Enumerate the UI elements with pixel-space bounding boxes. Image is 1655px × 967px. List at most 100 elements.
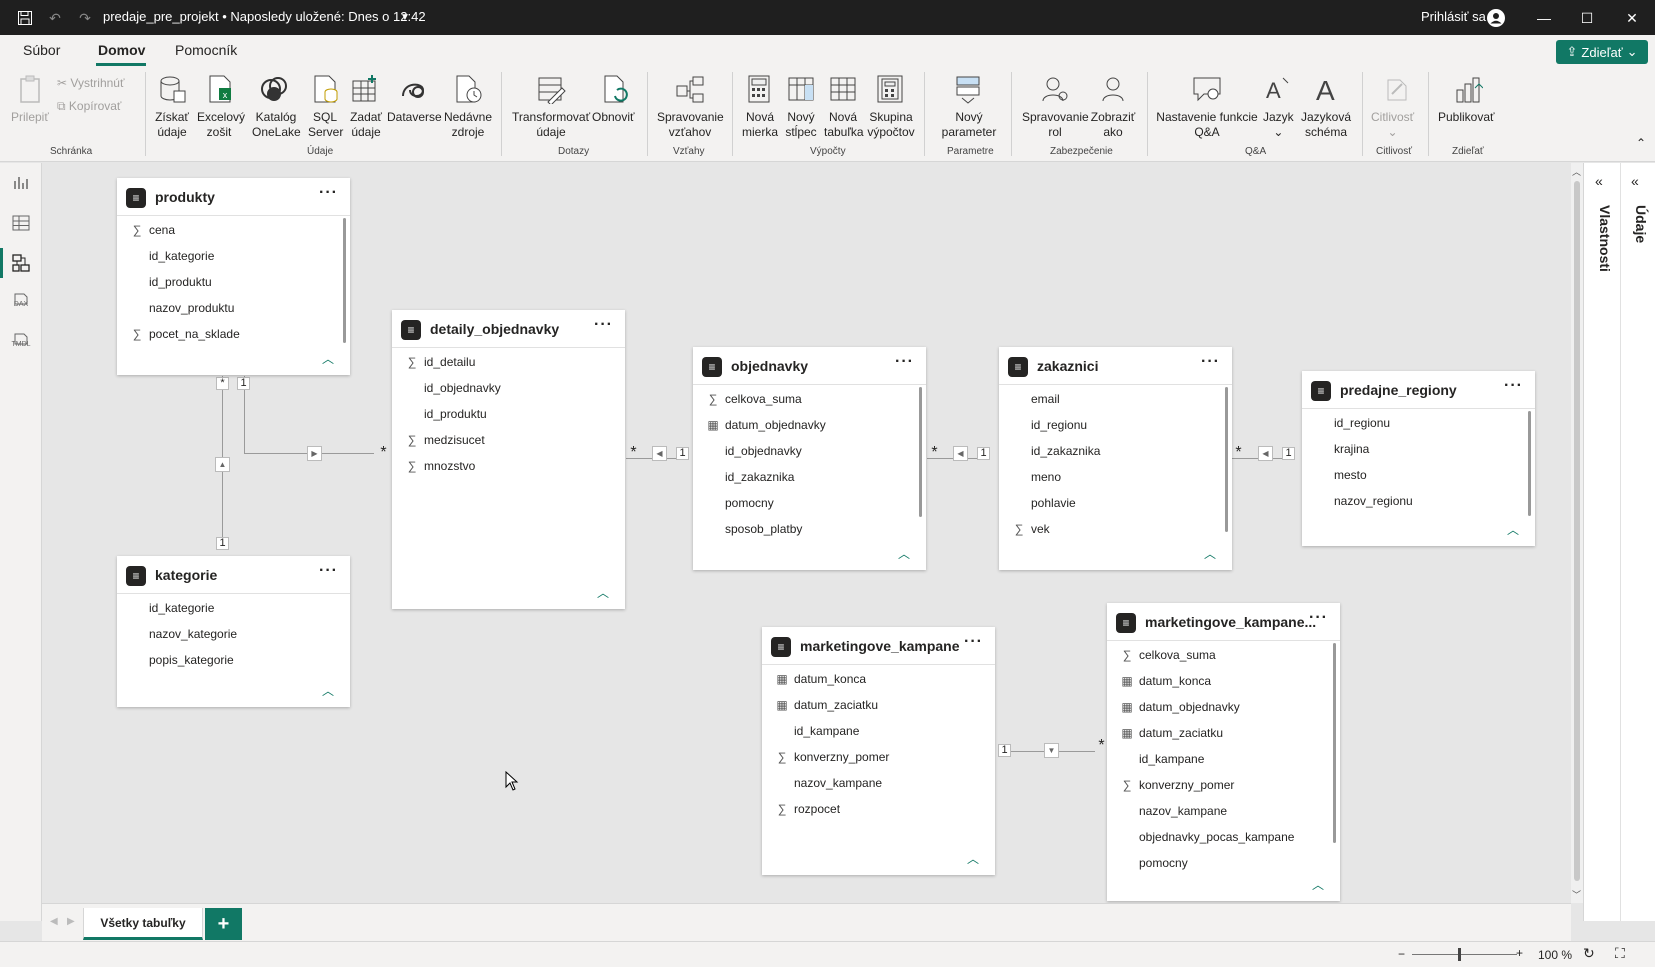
field-row[interactable]: mesto: [1302, 462, 1535, 488]
properties-pane-tab[interactable]: Vlastnosti: [1597, 205, 1613, 272]
field-row[interactable]: ∑ celkova_suma: [1107, 642, 1340, 668]
manage-relationships-button[interactable]: Spravovanie vzťahov: [657, 110, 724, 140]
field-row[interactable]: id_zakaznika: [999, 438, 1232, 464]
field-row[interactable]: id_kategorie: [117, 243, 350, 269]
menu-help[interactable]: Pomocník: [175, 42, 237, 58]
field-row[interactable]: popis_kategorie: [117, 647, 350, 673]
collapse-icon[interactable]: ︿: [322, 682, 334, 699]
tmdl-view-icon[interactable]: TMDL: [11, 333, 31, 353]
redo-icon[interactable]: ↷: [74, 7, 96, 29]
scroll-down-icon[interactable]: ﹀: [1572, 888, 1581, 901]
table-card-zakaznici[interactable]: ≡ zakaznici ··· ︿ email id_regionu id_zakazn…: [999, 347, 1232, 570]
calculation-group-button[interactable]: Skupina výpočtov: [866, 110, 916, 140]
paste-button[interactable]: Prilepiť: [11, 110, 49, 125]
field-row[interactable]: pomocny: [1107, 850, 1340, 876]
table-card-predajne-regiony[interactable]: ≡ predajne_regiony ··· ︿ id_regionu krajina…: [1302, 371, 1535, 546]
account-icon[interactable]: [1485, 7, 1507, 29]
table-card-marketingove-kampane-2[interactable]: ≡ marketingove_kampane... ··· ︿ ∑ celkova_s…: [1107, 603, 1340, 901]
field-row[interactable]: ∑ id_detailu: [392, 349, 625, 375]
table-card-header[interactable]: ≡ marketingove_kampane... ···: [1107, 603, 1340, 641]
filter-direction-left-icon[interactable]: ◀: [652, 446, 667, 461]
field-row[interactable]: ∑ medzisucet: [392, 427, 625, 453]
table-card-kategorie[interactable]: ≡ kategorie ··· ︿ id_kategorie nazov_katego…: [117, 556, 350, 707]
collapse-icon[interactable]: ︿: [898, 545, 910, 562]
field-row[interactable]: id_kampane: [1107, 746, 1340, 772]
table-card-header[interactable]: ≡ objednavky ···: [693, 347, 926, 385]
new-parameter-button[interactable]: Nový parameter: [936, 110, 1002, 140]
table-card-objednavky[interactable]: ≡ objednavky ··· ︿ ∑ celkova_suma ▦ datum_obj…: [693, 347, 926, 570]
copy-button[interactable]: ⧉ Kopírovať: [57, 99, 121, 114]
linguistic-schema-button[interactable]: Jazyková schéma: [1300, 110, 1352, 140]
field-row[interactable]: nazov_produktu: [117, 295, 350, 321]
add-layout-button[interactable]: +: [205, 908, 242, 940]
table-card-header[interactable]: ≡ zakaznici ···: [999, 347, 1232, 385]
field-row[interactable]: nazov_kampane: [762, 770, 995, 796]
onelake-button[interactable]: Katalóg OneLake: [252, 110, 301, 140]
collapse-icon[interactable]: ︿: [1204, 545, 1216, 562]
field-row[interactable]: ▦ datum_zaciatku: [762, 692, 995, 718]
collapse-icon[interactable]: ︿: [597, 584, 609, 601]
table-card-header[interactable]: ≡ marketingove_kampane ···: [762, 627, 995, 665]
more-options-icon[interactable]: ···: [1504, 377, 1523, 395]
new-table-button[interactable]: Nová tabuľka: [824, 110, 864, 140]
field-row[interactable]: ∑ konverzny_pomer: [1107, 772, 1340, 798]
get-data-button[interactable]: Získať údaje: [154, 110, 190, 140]
table-card-detaily-objednavky[interactable]: ≡ detaily_objednavky ··· ︿ ∑ id_detailu id_o…: [392, 310, 625, 609]
save-icon[interactable]: [14, 7, 36, 29]
table-card-produkty[interactable]: ≡ produkty ··· ︿ ∑ cena id_kategorie id_produ…: [117, 178, 350, 375]
language-button[interactable]: Jazyk ⌄: [1263, 110, 1294, 140]
field-row[interactable]: nazov_kategorie: [117, 621, 350, 647]
report-view-icon[interactable]: [11, 173, 31, 193]
field-row[interactable]: id_produktu: [392, 401, 625, 427]
field-row[interactable]: ▦ datum_konca: [1107, 668, 1340, 694]
undo-icon[interactable]: ↶: [44, 7, 66, 29]
field-row[interactable]: ▦ datum_zaciatku: [1107, 720, 1340, 746]
collapse-icon[interactable]: ︿: [967, 850, 979, 867]
cut-button[interactable]: ✂ Vystrihnúť: [57, 76, 124, 91]
collapse-icon[interactable]: ︿: [322, 350, 334, 367]
field-row[interactable]: ∑ vek: [999, 516, 1232, 542]
title-dropdown-icon[interactable]: ▼: [400, 12, 410, 23]
recent-sources-button[interactable]: Nedávne zdroje: [442, 110, 494, 140]
field-row[interactable]: ∑ rozpocet: [762, 796, 995, 822]
dax-query-view-icon[interactable]: DAX: [11, 293, 31, 313]
expand-data-icon[interactable]: «: [1631, 173, 1639, 189]
sensitivity-button[interactable]: Citlivosť ⌄: [1371, 110, 1414, 140]
field-row[interactable]: ∑ pocet_na_sklade: [117, 321, 350, 347]
more-options-icon[interactable]: ···: [319, 184, 338, 202]
more-options-icon[interactable]: ···: [964, 633, 983, 651]
field-row[interactable]: id_objednavky: [392, 375, 625, 401]
zoom-in-icon[interactable]: +: [1516, 946, 1523, 960]
filter-direction-left-icon[interactable]: ◀: [1258, 446, 1273, 461]
field-row[interactable]: ∑ celkova_suma: [693, 386, 926, 412]
view-as-button[interactable]: Zobraziť ako: [1090, 110, 1136, 140]
zoom-slider-thumb[interactable]: [1458, 948, 1461, 961]
sql-server-button[interactable]: SQL Server: [308, 110, 343, 140]
scroll-up-icon[interactable]: ︿: [1572, 165, 1581, 178]
collapse-ribbon-icon[interactable]: ⌃: [1636, 136, 1646, 151]
more-options-icon[interactable]: ···: [895, 353, 914, 371]
field-row[interactable]: nazov_regionu: [1302, 488, 1535, 514]
field-row[interactable]: sposob_platby: [693, 516, 926, 542]
field-row[interactable]: email: [999, 386, 1232, 412]
new-column-button[interactable]: Nový stĺpec: [784, 110, 818, 140]
table-card-header[interactable]: ≡ produkty ···: [117, 178, 350, 216]
field-row[interactable]: ∑ konverzny_pomer: [762, 744, 995, 770]
zoom-out-icon[interactable]: −: [1398, 947, 1405, 961]
canvas-vertical-scrollbar[interactable]: ︿ ﹀: [1571, 163, 1583, 903]
maximize-icon[interactable]: ☐: [1576, 7, 1598, 29]
reset-zoom-icon[interactable]: ↻: [1583, 945, 1595, 962]
menu-home[interactable]: Domov: [98, 42, 145, 58]
more-options-icon[interactable]: ···: [1309, 609, 1328, 627]
minimize-icon[interactable]: —: [1533, 7, 1555, 29]
collapse-icon[interactable]: ︿: [1312, 876, 1324, 893]
transform-data-button[interactable]: Transformovať údaje: [512, 110, 590, 140]
close-icon[interactable]: ✕: [1621, 7, 1643, 29]
publish-button[interactable]: Publikovať: [1438, 110, 1495, 125]
new-measure-button[interactable]: Nová mierka: [742, 110, 778, 140]
tab-scroll-left-icon[interactable]: ◀: [50, 916, 58, 927]
field-row[interactable]: id_regionu: [999, 412, 1232, 438]
filter-direction-left-icon[interactable]: ◀: [953, 446, 968, 461]
field-row[interactable]: ▦ datum_objednavky: [693, 412, 926, 438]
field-row[interactable]: ▦ datum_objednavky: [1107, 694, 1340, 720]
